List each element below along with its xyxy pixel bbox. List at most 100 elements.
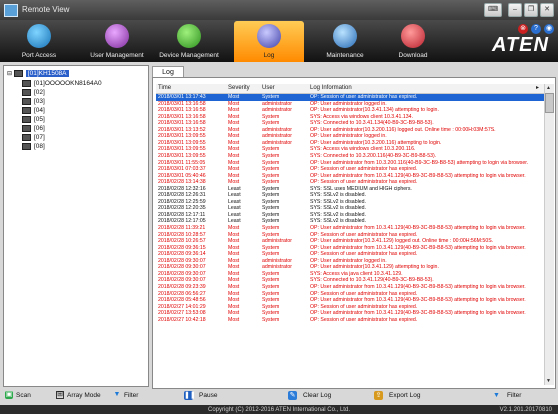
pause-button[interactable]: ❚❚ Pause — [184, 391, 217, 400]
log-cell-severity: Most — [228, 316, 240, 323]
keyboard-icon[interactable]: ⌨ — [484, 3, 502, 17]
log-cell-time: 2018/03/01 13:16:58 — [158, 120, 206, 127]
log-cell-info: SYS: SSLv2 is disabled. — [310, 218, 366, 225]
log-cell-user: System — [262, 283, 280, 290]
tree-item[interactable]: [04] — [22, 107, 45, 115]
filter-icon: ▼ — [113, 391, 121, 399]
collapse-icon[interactable]: ⊟ — [7, 71, 12, 77]
computer-icon — [22, 80, 31, 87]
copyright-text: Copyright (C) 2012-2016 ATEN Internation… — [208, 407, 350, 413]
export-log-button[interactable]: ⇪ Export Log — [374, 391, 420, 400]
log-cell-user: System — [262, 218, 280, 225]
scroll-up-icon[interactable]: ▲ — [544, 84, 553, 92]
computer-icon — [22, 143, 31, 150]
scroll-down-icon[interactable]: ▼ — [544, 377, 553, 385]
download-icon — [401, 24, 425, 48]
title-bar — [0, 0, 558, 20]
device-tree: ⊟ [01]KH1508A [01]OOOOOKN8164A0 [02] [03… — [3, 65, 149, 387]
tool-maintenance[interactable]: Maintenance — [310, 21, 380, 62]
tool-port-access[interactable]: Port Access — [4, 21, 74, 62]
column-user[interactable]: User — [262, 84, 275, 93]
help-icon[interactable]: ? — [531, 24, 541, 34]
log-row[interactable]: 2018/03/01 13:16:58 Most System SYS: Connec… — [156, 120, 544, 127]
tool-user-management[interactable]: User Management — [82, 21, 152, 62]
tree-item-label: [07] — [34, 134, 45, 142]
log-cell-user: System — [262, 152, 280, 159]
tree-root[interactable]: ⊟ [01]KH1508A — [7, 70, 69, 78]
array-mode-button[interactable]: ⊞ Array Mode — [56, 391, 101, 400]
filter-label: Filter — [507, 392, 522, 400]
log-filter-button[interactable]: ▼ Filter — [492, 391, 521, 400]
clear-log-button[interactable]: ✎ Clear Log — [288, 391, 331, 400]
tree-item[interactable]: [07] — [22, 134, 45, 142]
vertical-scrollbar[interactable] — [544, 84, 554, 385]
log-cell-time: 2018/02/28 09:36:14 — [158, 251, 206, 258]
tree-item-label: [01]OOOOOKN8164A0 — [34, 80, 102, 88]
log-toolbar: ❚❚ Pause ✎ Clear Log ⇪ Export Log ▼ Filter — [152, 388, 556, 404]
scrollbar-thumb[interactable] — [545, 93, 554, 113]
maintenance-icon — [333, 24, 357, 48]
scan-button[interactable]: ▣ Scan — [5, 391, 31, 400]
log-cell-time: 2018/02/28 09:23:39 — [158, 283, 206, 290]
minimize-icon[interactable]: – — [508, 3, 522, 17]
log-cell-time: 2018/02/28 12:32:16 — [158, 185, 206, 192]
log-cell-time: 2018/02/27 10:42:18 — [158, 316, 206, 323]
device-management-icon — [177, 24, 201, 48]
tree-filter-button[interactable]: ▼ Filter — [113, 391, 139, 400]
grid-icon: ⊞ — [56, 391, 64, 400]
log-cell-info: SYS: SSL uses MEDIUM and HIGH ciphers. — [310, 185, 412, 192]
aten-logo: ATEN — [492, 34, 549, 56]
window-title: Remote View — [22, 5, 70, 14]
tree-root-label: [01]KH1508A — [25, 70, 69, 78]
log-cell-info: SYS: Connected to 10.3.200.116(40-B9-3C-… — [310, 152, 437, 159]
pause-label: Pause — [199, 392, 218, 400]
tree-item-label: [02] — [34, 89, 45, 97]
log-row[interactable]: 2018/02/28 09:23:39 Most System OP: User ad… — [156, 284, 544, 291]
clear-log-icon: ✎ — [288, 391, 297, 400]
log-cell-severity: Most — [228, 152, 240, 159]
log-cell-user: System — [262, 120, 280, 127]
log-cell-time: 2018/03/01 13:09:55 — [158, 152, 206, 159]
log-cell-severity: Most — [228, 120, 240, 127]
tree-item[interactable]: [02] — [22, 89, 45, 97]
tool-label: Maintenance — [326, 52, 364, 59]
log-cell-user: System — [262, 185, 280, 192]
scan-label: Scan — [16, 392, 31, 399]
tool-download[interactable]: Download — [378, 21, 448, 62]
tree-item[interactable]: [06] — [22, 125, 45, 133]
column-severity[interactable]: Severity — [228, 84, 250, 93]
log-row[interactable]: 2018/02/27 10:42:18 Most System OP: Session… — [156, 317, 544, 324]
log-cell-info: OP: Session of user administrator has ex… — [310, 251, 418, 258]
tree-item[interactable]: [01]OOOOOKN8164A0 — [22, 80, 102, 88]
column-time[interactable]: Time — [158, 84, 171, 93]
log-row[interactable]: 2018/02/28 09:36:14 Most System OP: Session… — [156, 251, 544, 258]
tree-item[interactable]: [08] — [22, 143, 45, 151]
logout-icon[interactable]: ⊗ — [518, 24, 528, 34]
tree-item-label: [04] — [34, 107, 45, 115]
computer-icon — [22, 134, 31, 141]
log-cell-info: OP: User administrator from 10.3.41.129(… — [310, 283, 526, 290]
column-log-information[interactable]: Log Information — [310, 84, 352, 93]
tool-device-management[interactable]: Device Management — [154, 21, 224, 62]
column-scroll-right-icon[interactable]: ▸ — [536, 84, 539, 93]
log-row[interactable]: 2018/03/01 13:09:55 Most System SYS: Connec… — [156, 153, 544, 160]
computer-icon — [22, 98, 31, 105]
log-cell-severity: Least — [228, 185, 241, 192]
log-cell-severity: Most — [228, 283, 240, 290]
computer-icon — [22, 107, 31, 114]
close-icon[interactable]: ✕ — [540, 3, 554, 17]
tree-toolbar: ▣ Scan ⊞ Array Mode ▼ Filter — [0, 388, 150, 404]
tree-item[interactable]: [05] — [22, 116, 45, 124]
log-row[interactable]: 2018/02/28 12:32:16 Least System SYS: SSL u… — [156, 186, 544, 193]
log-cell-time: 2018/02/28 12:17:05 — [158, 218, 206, 225]
log-row[interactable]: 2018/02/28 12:17:05 Least System SYS: SSLv2… — [156, 218, 544, 225]
clear-log-label: Clear Log — [303, 392, 332, 400]
log-cell-user: System — [262, 251, 280, 258]
port-access-icon — [27, 24, 51, 48]
tool-log[interactable]: Log — [234, 21, 304, 62]
log-cell-user: System — [262, 316, 280, 323]
computer-icon — [22, 116, 31, 123]
tree-item[interactable]: [03] — [22, 98, 45, 106]
restore-icon[interactable]: ❐ — [524, 3, 538, 17]
info-icon[interactable]: ◉ — [544, 24, 554, 34]
